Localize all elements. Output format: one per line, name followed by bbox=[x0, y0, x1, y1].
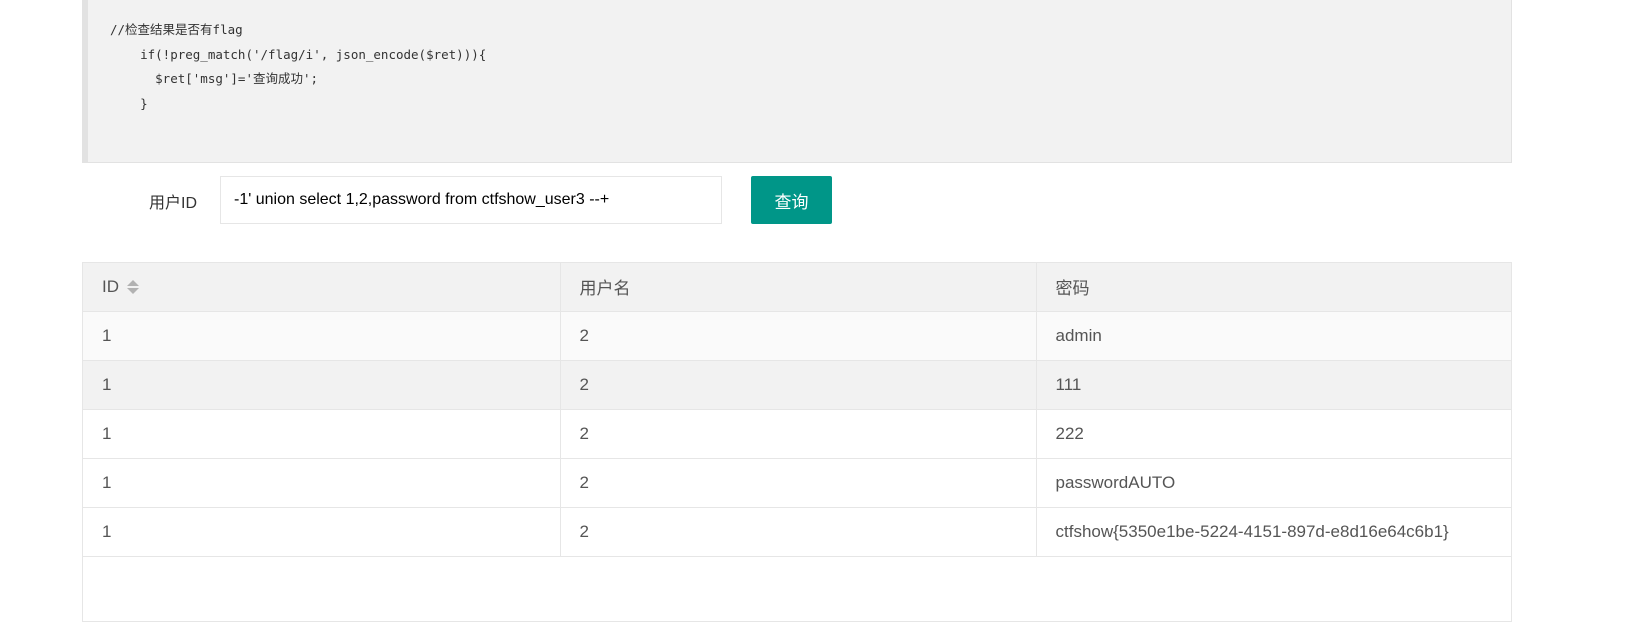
table-header-row: ID 用户名 密码 bbox=[83, 263, 1511, 312]
cell-id: 1 bbox=[83, 458, 561, 508]
cell-id: 1 bbox=[83, 507, 561, 557]
cell-password: passwordAUTO bbox=[1036, 458, 1511, 508]
results-table: ID 用户名 密码 1 2 admin 1 2 111 1 2 222 1 2 … bbox=[82, 262, 1512, 622]
code-line: } bbox=[110, 96, 148, 111]
cell-username: 2 bbox=[560, 507, 1037, 557]
cell-id: 1 bbox=[83, 360, 561, 410]
cell-password: 111 bbox=[1036, 360, 1511, 410]
cell-id: 1 bbox=[83, 409, 561, 459]
user-id-label: 用户ID bbox=[149, 195, 198, 212]
column-header-id[interactable]: ID bbox=[83, 263, 561, 312]
cell-username: 2 bbox=[560, 360, 1037, 410]
cell-id: 1 bbox=[83, 311, 561, 361]
query-button[interactable]: 查询 bbox=[751, 176, 832, 224]
column-header-username: 用户名 bbox=[560, 263, 1037, 312]
table-row: 1 2 passwordAUTO bbox=[83, 458, 1511, 508]
column-header-password: 密码 bbox=[1036, 263, 1511, 312]
code-line: $ret['msg']='查询成功'; bbox=[110, 71, 319, 86]
table-row: 1 2 111 bbox=[83, 360, 1511, 410]
user-id-input[interactable] bbox=[220, 176, 722, 224]
table-row: 1 2 ctfshow{5350e1be-5224-4151-897d-e8d1… bbox=[83, 507, 1511, 557]
sort-icon[interactable] bbox=[127, 279, 139, 295]
code-line: //检查结果是否有flag bbox=[110, 22, 243, 37]
code-line: if(!preg_match('/flag/i', json_encode($r… bbox=[110, 47, 487, 62]
cell-password: ctfshow{5350e1be-5224-4151-897d-e8d16e64… bbox=[1036, 507, 1511, 557]
table-row: 1 2 222 bbox=[83, 409, 1511, 459]
cell-password: 222 bbox=[1036, 409, 1511, 459]
cell-username: 2 bbox=[560, 458, 1037, 508]
code-block: //检查结果是否有flag if(!preg_match('/flag/i', … bbox=[82, 0, 1512, 163]
cell-username: 2 bbox=[560, 409, 1037, 459]
cell-password: admin bbox=[1036, 311, 1511, 361]
column-header-label: ID bbox=[102, 276, 119, 296]
cell-username: 2 bbox=[560, 311, 1037, 361]
table-row: 1 2 admin bbox=[83, 311, 1511, 361]
